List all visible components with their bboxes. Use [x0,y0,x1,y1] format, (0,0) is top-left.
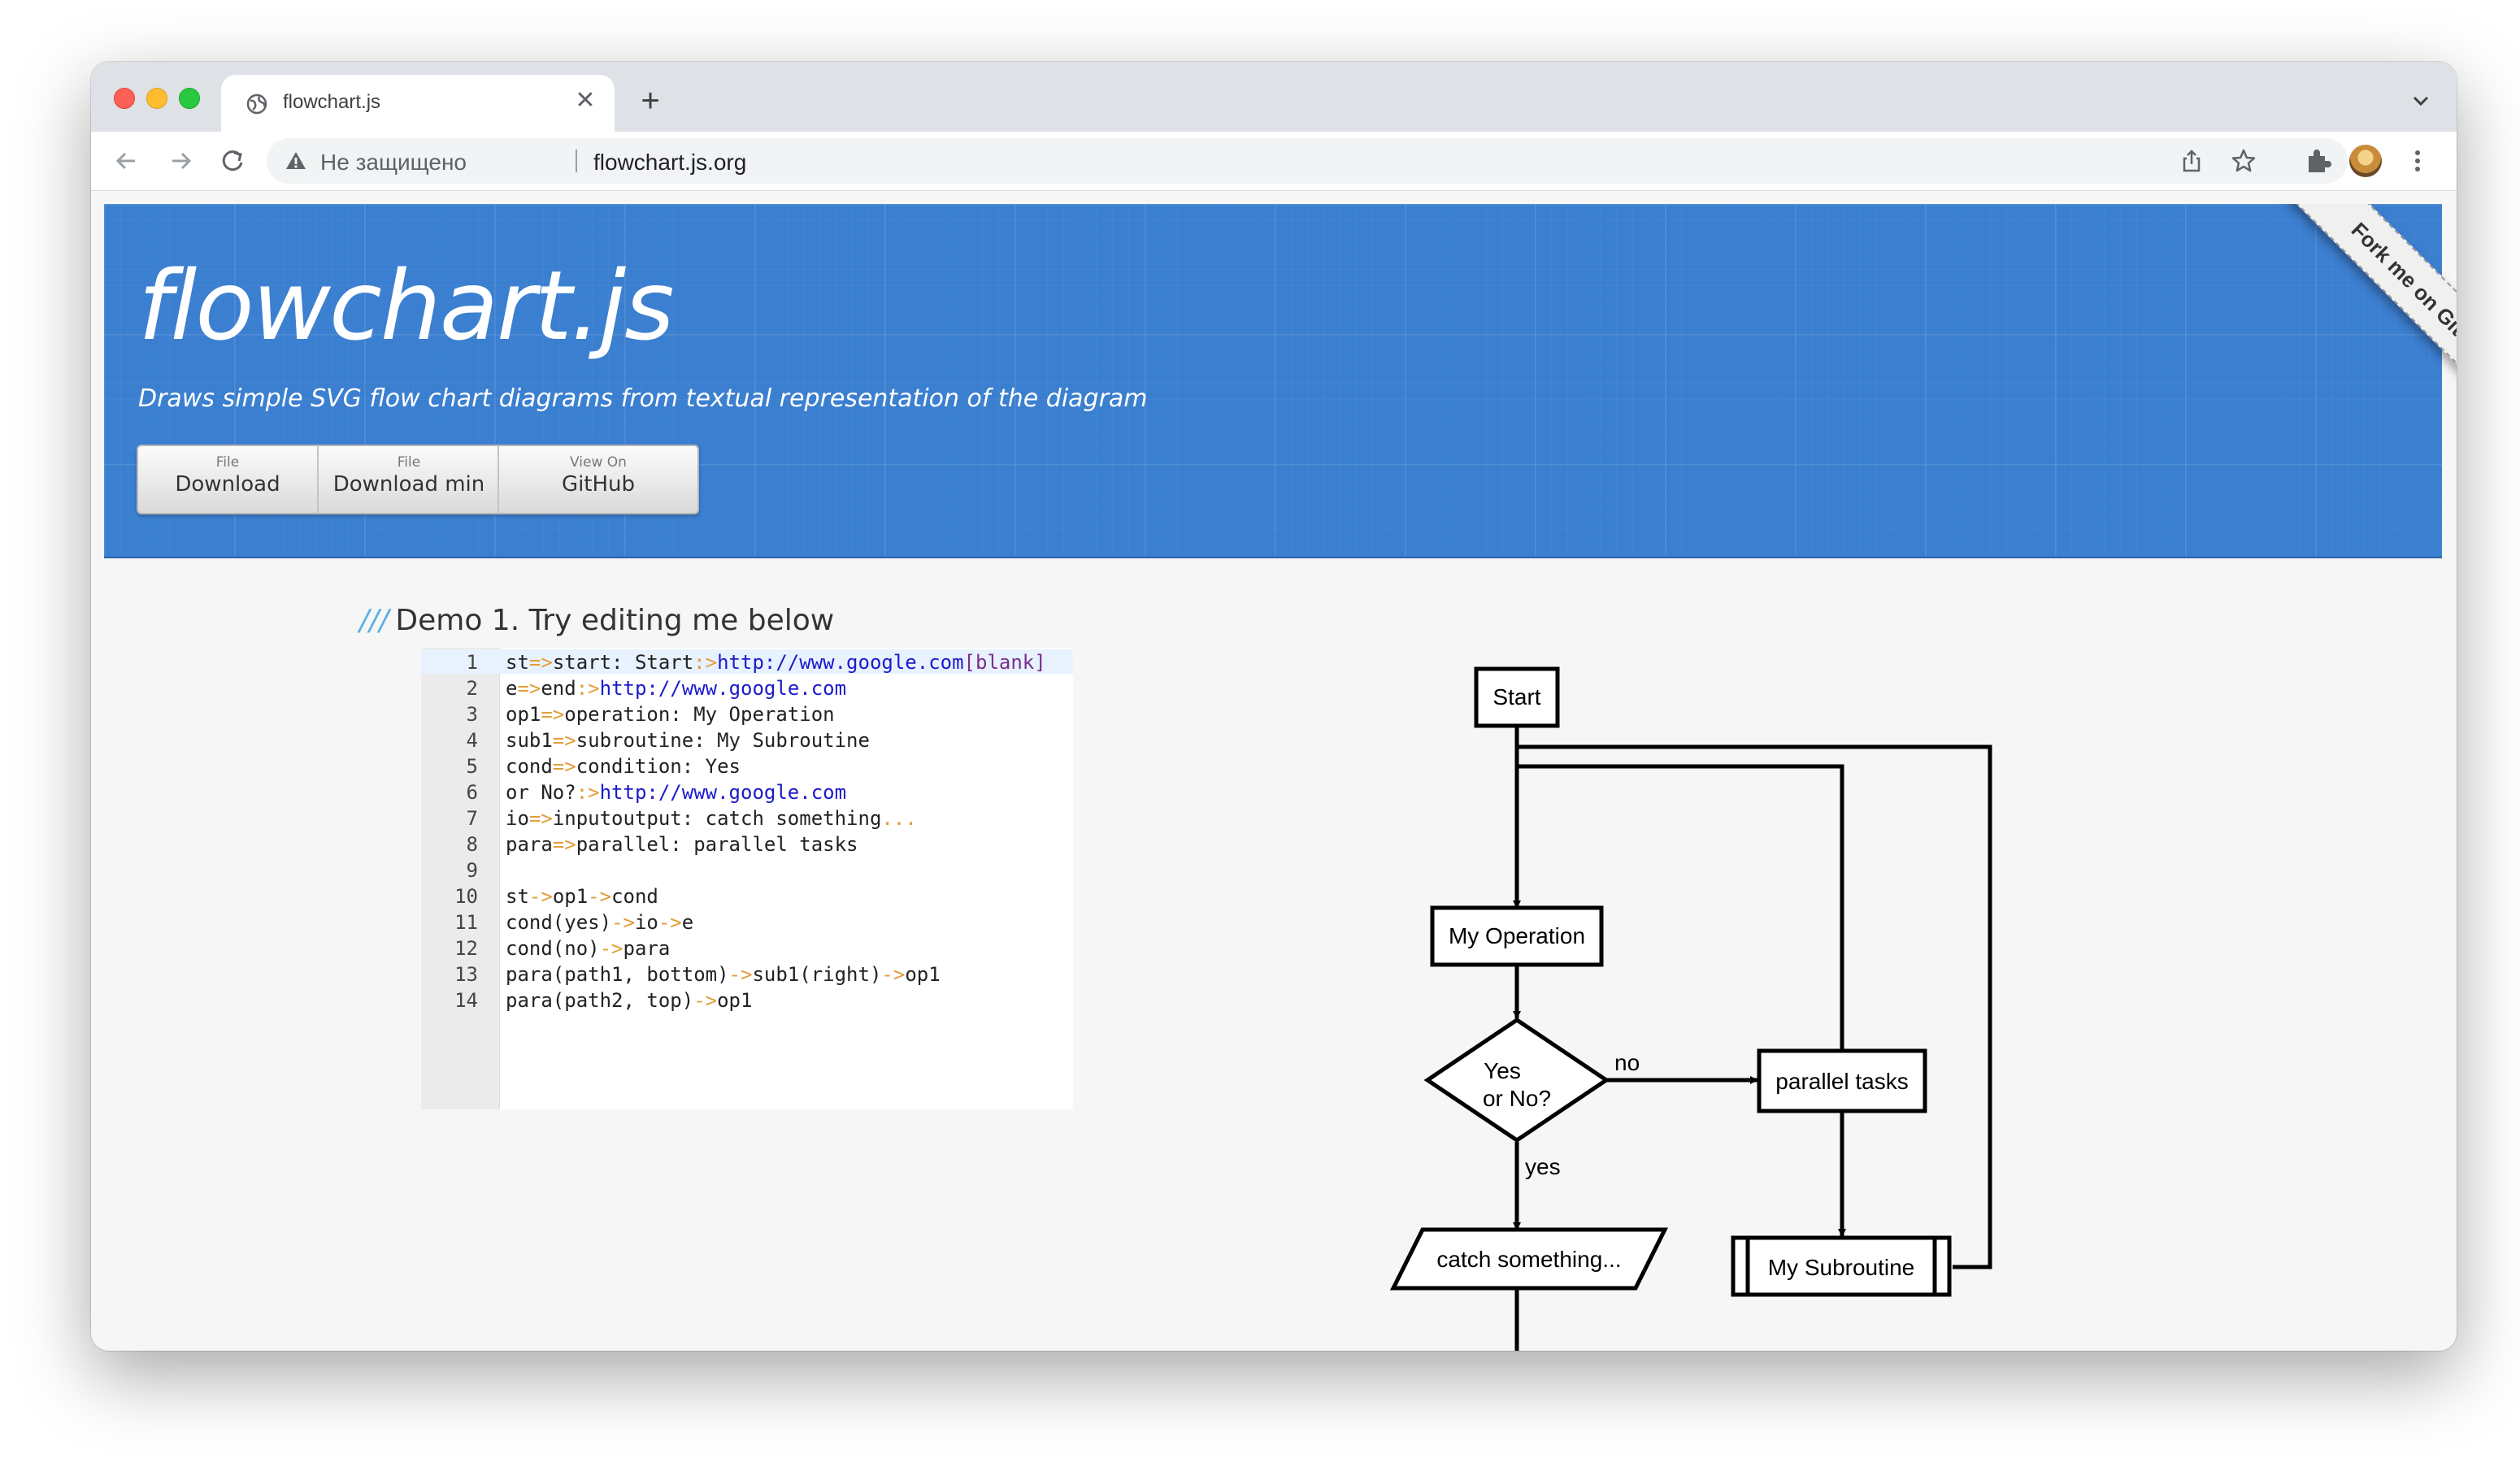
url-text[interactable]: flowchart.js.org [593,150,746,176]
line-number: 13 [454,963,478,986]
code-line[interactable]: 10 st->op1->cond [421,883,1073,909]
edge-no-label: no [1614,1050,1640,1075]
code-text[interactable]: st->op1->cond [506,883,658,909]
browser-toolbar: Не защищено flowchart.js.org [91,132,2457,191]
line-number: 8 [466,833,478,856]
page-content: flowchart.js Draws simple SVG flow chart… [91,191,2457,1351]
code-line[interactable]: 3 op1=>operation: My Operation [421,701,1073,727]
line-number: 1 [466,651,478,674]
address-divider [576,150,577,172]
site-logo: flowchart.js [138,250,675,362]
tab-flowchart[interactable]: flowchart.js ✕ [221,75,615,132]
download-min-button[interactable]: File Download min [317,446,499,513]
address-bar[interactable]: Не защищено flowchart.js.org [267,138,2348,184]
site-tagline: Draws simple SVG flow chart diagrams fro… [138,384,1148,413]
line-number: 2 [466,677,478,700]
code-line[interactable]: 7 io=>inputoutput: catch something... [421,805,1073,831]
fork-ribbon-container: Fork me on GitHub [2229,204,2457,432]
tab-strip: flowchart.js ✕ + [91,62,2457,132]
code-line[interactable]: 9 [421,857,1073,883]
node-condition-label-1: Yes [1484,1058,1521,1083]
code-line[interactable]: 14 para(path2, top)->op1 [421,987,1073,1013]
line-number: 3 [466,703,478,726]
line-number: 7 [466,807,478,830]
warning-icon[interactable] [285,150,307,172]
extensions-icon[interactable] [2304,146,2333,176]
code-text[interactable]: io=>inputoutput: catch something... [506,805,917,831]
node-subroutine-label: My Subroutine [1768,1255,1915,1280]
edge-subroutine-to-operation [1517,744,1992,1269]
download-button-label: Download [175,472,280,497]
tab-title: flowchart.js [283,91,381,113]
maximize-window-button[interactable] [179,88,200,109]
code-text[interactable]: para=>parallel: parallel tasks [506,831,858,857]
download-min-button-caption: File [397,454,421,471]
globe-icon [246,93,267,115]
download-button[interactable]: File Download [138,446,317,513]
browser-window: flowchart.js ✕ + Не защищено flowchart.j… [91,62,2457,1351]
code-text[interactable]: sub1=>subroutine: My Subroutine [506,727,870,753]
code-text[interactable]: para(path2, top)->op1 [506,987,752,1013]
code-text[interactable]: cond(yes)->io->e [506,909,693,935]
line-number: 11 [454,911,478,934]
profile-avatar[interactable] [2349,145,2382,177]
node-start-label: Start [1492,684,1540,709]
editor-lines[interactable]: 1 st=>start: Start:>http://www.google.com… [421,649,1073,1013]
line-number: 9 [466,859,478,882]
close-window-button[interactable] [114,88,135,109]
code-line[interactable]: 12 cond(no)->para [421,935,1073,961]
code-text[interactable]: para(path1, bottom)->sub1(right)->op1 [506,961,941,987]
new-tab-button[interactable]: + [632,85,668,120]
code-text[interactable]: st=>start: Start:>http://www.google.com[… [506,649,1046,675]
node-operation-label: My Operation [1449,923,1585,948]
code-text[interactable]: e=>end:>http://www.google.com [506,675,846,701]
line-number: 14 [454,989,478,1012]
forward-arrow-icon[interactable] [163,143,198,179]
code-line[interactable]: 4 sub1=>subroutine: My Subroutine [421,727,1073,753]
code-text[interactable]: or No?:>http://www.google.com [506,779,846,805]
code-line[interactable]: 6 or No?:>http://www.google.com [421,779,1073,805]
node-parallel-label: parallel tasks [1775,1069,1908,1094]
back-arrow-icon[interactable] [109,143,145,179]
line-number: 5 [466,755,478,778]
line-number: 6 [466,781,478,804]
fork-me-ribbon[interactable]: Fork me on GitHub [2283,204,2457,432]
security-label[interactable]: Не защищено [320,150,467,176]
code-line[interactable]: 1 st=>start: Start:>http://www.google.com… [421,649,1073,675]
line-number: 12 [454,937,478,960]
code-line[interactable]: 8 para=>parallel: parallel tasks [421,831,1073,857]
reload-icon[interactable] [215,143,250,179]
code-line[interactable]: 11 cond(yes)->io->e [421,909,1073,935]
share-icon[interactable] [2179,148,2205,174]
github-button-label: GitHub [561,472,636,497]
line-number: 10 [454,885,478,908]
edge-yes-label: yes [1525,1154,1561,1179]
demo-heading-text: Demo 1. Try editing me below [395,604,835,637]
site-header: flowchart.js Draws simple SVG flow chart… [104,204,2442,558]
code-line[interactable]: 2 e=>end:>http://www.google.com [421,675,1073,701]
line-number: 4 [466,729,478,752]
github-button[interactable]: View On GitHub [497,446,697,513]
demo-heading: ///Demo 1. Try editing me below [359,604,834,637]
minimize-window-button[interactable] [146,88,167,109]
code-line[interactable]: 13 para(path1, bottom)->sub1(right)->op1 [421,961,1073,987]
star-icon[interactable] [2231,148,2257,174]
github-button-caption: View On [570,454,627,471]
more-menu-icon[interactable] [2403,146,2432,176]
flowchart-diagram: Start My Operation Yes or No? no yes par… [1389,666,1992,1351]
header-button-group: File Download File Download min View On … [137,445,699,514]
code-text[interactable]: cond=>condition: Yes [506,753,741,779]
code-text[interactable]: op1=>operation: My Operation [506,701,835,727]
chevron-down-icon[interactable] [2406,86,2435,115]
close-tab-icon[interactable]: ✕ [571,86,600,115]
download-min-button-label: Download min [332,472,485,497]
download-button-caption: File [215,454,240,471]
code-editor[interactable]: 1 st=>start: Start:>http://www.google.com… [421,648,1073,1109]
code-text[interactable]: cond(no)->para [506,935,670,961]
node-inputoutput-label: catch something... [1436,1247,1621,1272]
node-condition-label-2: or No? [1483,1086,1551,1111]
code-line[interactable]: 5 cond=>condition: Yes [421,753,1073,779]
demo-heading-slashes: /// [359,604,389,637]
